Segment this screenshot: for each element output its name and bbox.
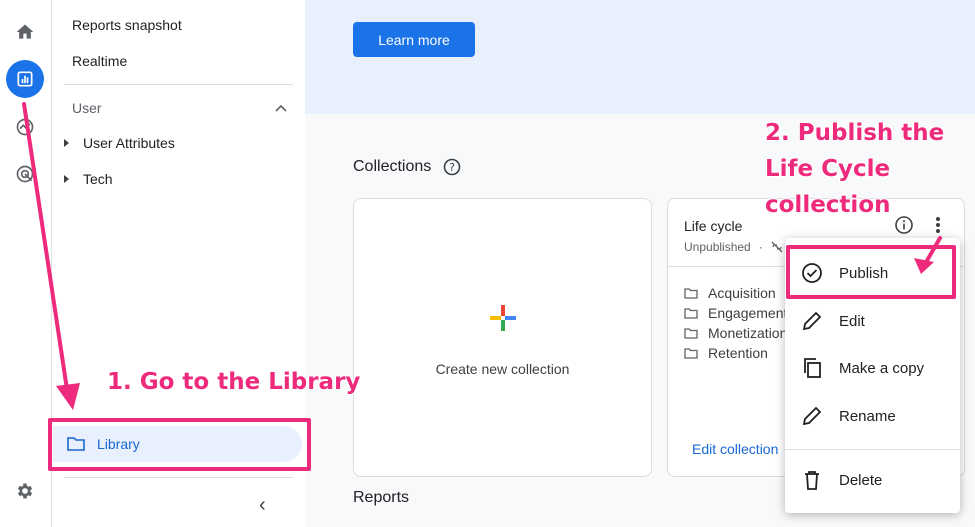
create-collection-card[interactable]: Create new collection <box>353 198 652 477</box>
create-collection-label: Create new collection <box>435 361 570 377</box>
pencil-icon <box>802 406 822 426</box>
list-item: Engagement <box>684 303 787 323</box>
nav-item-tech[interactable]: Tech <box>64 171 113 187</box>
nav-item-reports-snapshot[interactable]: Reports snapshot <box>72 17 182 33</box>
reports-header: Reports <box>353 489 409 507</box>
menu-item-label: Edit <box>839 312 865 330</box>
nav-section-user[interactable]: User <box>72 100 287 116</box>
reports-icon[interactable] <box>6 60 44 98</box>
nav-item-realtime[interactable]: Realtime <box>72 53 127 69</box>
status-label: Unpublished <box>684 240 751 254</box>
info-icon[interactable] <box>894 215 914 235</box>
topic-label: Monetization <box>708 325 788 341</box>
menu-item-label: Make a copy <box>839 359 925 377</box>
explore-icon[interactable] <box>6 108 44 146</box>
folder-icon <box>684 307 698 319</box>
list-item: Monetization <box>684 323 787 343</box>
nav-item-label: Tech <box>83 171 113 187</box>
menu-divider <box>785 449 960 450</box>
list-item: Acquisition <box>684 283 787 303</box>
topic-label: Acquisition <box>708 285 776 301</box>
caret-right-icon <box>64 139 69 147</box>
folder-icon <box>684 347 698 359</box>
collections-header: Collections ? <box>353 158 461 176</box>
status-dot: · <box>758 240 763 254</box>
step2-annotation-line2: Life Cycle <box>765 156 891 182</box>
topic-label: Retention <box>708 345 768 361</box>
unlinked-icon <box>771 241 783 253</box>
section-title: Collections <box>353 158 432 175</box>
svg-text:?: ? <box>449 161 455 174</box>
nav-item-label: User Attributes <box>83 135 175 151</box>
nav-divider <box>64 84 293 85</box>
caret-right-icon <box>64 175 69 183</box>
list-item: Retention <box>684 343 787 363</box>
menu-item-rename[interactable]: Rename <box>785 396 960 436</box>
step2-annotation-line1: 2. Publish the <box>765 120 945 146</box>
topic-list: Acquisition Engagement Monetization Rete… <box>684 283 787 363</box>
library-highlight <box>48 418 311 471</box>
edit-collection-link[interactable]: Edit collection <box>692 441 778 457</box>
menu-item-label: Delete <box>839 471 883 489</box>
chevron-up-icon <box>275 104 287 112</box>
folder-icon <box>684 287 698 299</box>
gear-icon[interactable] <box>6 472 44 510</box>
more-vert-icon[interactable] <box>932 215 944 235</box>
nav-divider <box>64 477 293 478</box>
step1-annotation: 1. Go to the Library <box>107 369 361 395</box>
info-banner: Learn more <box>305 0 975 114</box>
help-icon[interactable]: ? <box>443 158 461 176</box>
section-title: Reports <box>353 489 410 506</box>
collection-status: Unpublished · <box>684 240 783 254</box>
copy-icon <box>804 358 821 378</box>
collection-title: Life cycle <box>684 218 743 234</box>
trash-icon <box>805 471 819 490</box>
step2-annotation-line3: collection <box>765 192 891 218</box>
learn-more-button[interactable]: Learn more <box>353 22 475 57</box>
nav-section-label: User <box>72 100 102 116</box>
menu-item-edit[interactable]: Edit <box>785 301 960 341</box>
menu-item-label: Rename <box>839 407 896 425</box>
menu-item-delete[interactable]: Delete <box>785 460 960 500</box>
pencil-icon <box>802 311 822 331</box>
collapse-nav-icon[interactable]: ‹ <box>259 494 266 517</box>
nav-item-user-attributes[interactable]: User Attributes <box>64 135 175 151</box>
plus-icon <box>490 305 516 331</box>
publish-highlight <box>786 245 956 299</box>
advertising-icon[interactable] <box>6 155 44 193</box>
home-icon[interactable] <box>6 13 44 51</box>
menu-item-make-copy[interactable]: Make a copy <box>785 348 960 388</box>
icon-rail <box>0 0 52 527</box>
folder-icon <box>684 327 698 339</box>
topic-label: Engagement <box>708 305 788 321</box>
